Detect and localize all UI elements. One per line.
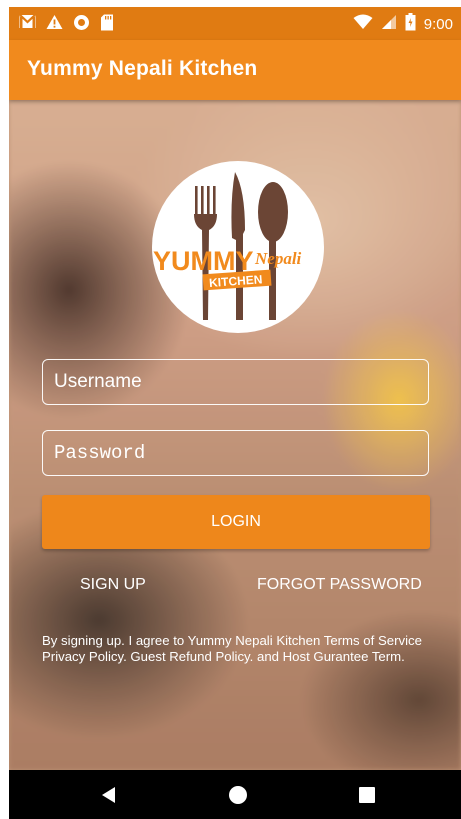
logo-yummy-text: YUMMY xyxy=(153,246,254,276)
password-input[interactable] xyxy=(43,431,428,475)
warning-icon xyxy=(46,14,63,31)
circle-icon xyxy=(73,14,90,31)
status-time: 9:00 xyxy=(423,15,453,33)
app-bar: Yummy Nepali Kitchen xyxy=(9,40,461,100)
username-field[interactable] xyxy=(42,359,429,405)
phone-screen: 9:00 Yummy Nepali Kitchen YUMMY Nepali K… xyxy=(9,7,461,819)
home-icon[interactable] xyxy=(208,770,268,819)
signal-icon xyxy=(381,14,397,34)
password-field[interactable] xyxy=(42,430,429,476)
username-input[interactable] xyxy=(43,360,428,404)
login-screen: YUMMY Nepali KITCHEN LOGIN SIGN UP FORGO… xyxy=(9,100,461,770)
app-logo: YUMMY Nepali KITCHEN xyxy=(151,160,325,334)
terms-text: By signing up. I agree to Yummy Nepali K… xyxy=(42,633,422,664)
login-button[interactable]: LOGIN xyxy=(42,495,430,549)
forgot-password-button[interactable]: FORGOT PASSWORD xyxy=(257,576,422,594)
status-bar: 9:00 xyxy=(9,7,461,40)
navigation-bar xyxy=(9,770,461,819)
back-icon[interactable] xyxy=(79,770,139,819)
battery-icon xyxy=(405,13,416,35)
logo-nepali-text: Nepali xyxy=(254,249,302,268)
app-title: Yummy Nepali Kitchen xyxy=(27,57,258,80)
recents-icon[interactable] xyxy=(337,770,397,819)
wifi-icon xyxy=(353,14,373,34)
sd-card-icon xyxy=(100,14,117,31)
gmail-icon xyxy=(19,14,36,31)
sign-up-button[interactable]: SIGN UP xyxy=(80,576,146,594)
